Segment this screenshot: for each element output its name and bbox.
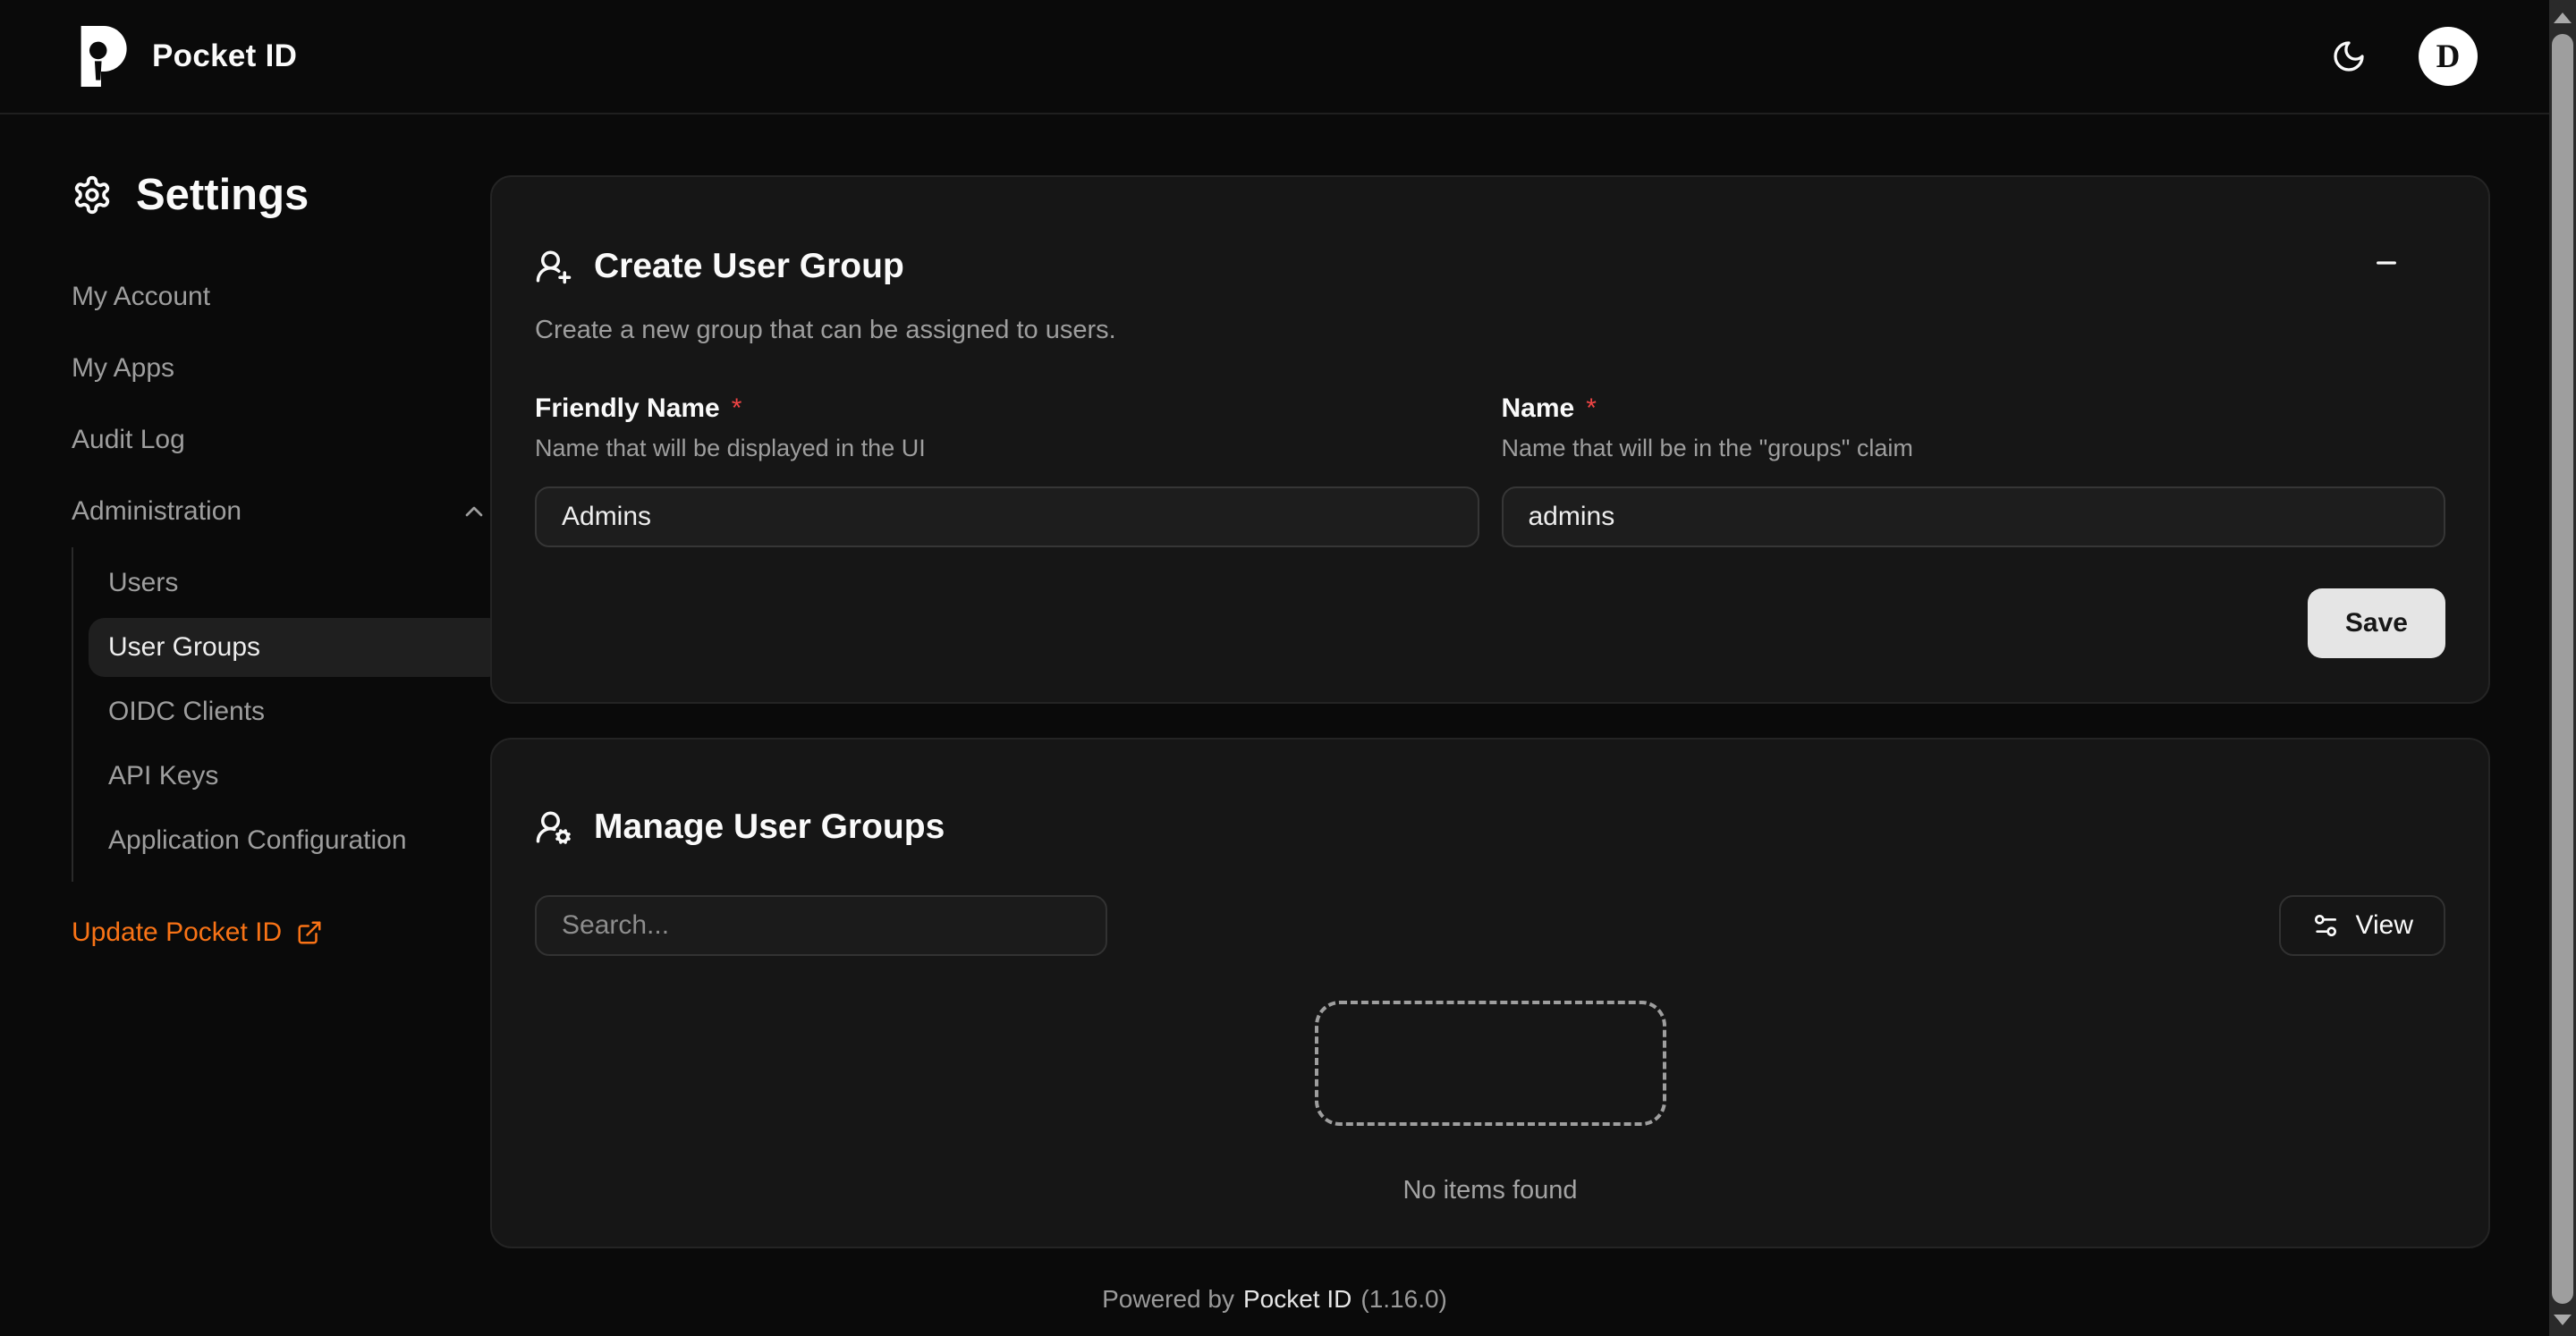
update-pocket-id-link[interactable]: Update Pocket ID [72,917,504,948]
footer-version: (1.16.0) [1360,1285,1447,1314]
friendly-name-field-group: Friendly Name * Name that will be displa… [535,393,1479,547]
name-input[interactable] [1502,486,2446,547]
create-user-group-card: Create User Group Create a new group tha… [490,175,2490,704]
sidebar-nav: My Account My Apps Audit Log Administrat… [72,261,504,948]
footer-prefix: Powered by [1102,1285,1234,1314]
sidebar-item-label: User Groups [108,632,260,663]
page-title-text: Settings [136,170,309,220]
sidebar-item-my-apps[interactable]: My Apps [72,333,504,404]
sidebar-item-label: My Apps [72,353,174,384]
view-button-label: View [2356,910,2413,941]
main-content: Create User Group Create a new group tha… [490,114,2576,1248]
view-button[interactable]: View [2279,895,2445,956]
sidebar-item-label: Administration [72,496,242,527]
sidebar-item-api-keys[interactable]: API Keys [73,744,504,808]
create-card-title: Create User Group [535,247,2445,286]
scrollbar-up-arrow[interactable] [2554,13,2572,23]
required-asterisk: * [732,393,742,424]
friendly-name-help: Name that will be displayed in the UI [535,435,1479,462]
create-card-subtitle: Create a new group that can be assigned … [535,316,2445,345]
required-asterisk: * [1586,393,1597,424]
brand[interactable]: Pocket ID [77,26,297,87]
theme-toggle-button[interactable] [2331,38,2367,74]
friendly-name-input[interactable] [535,486,1479,547]
minus-icon [2372,249,2401,277]
sidebar-item-label: API Keys [108,761,218,791]
empty-state-text: No items found [1402,1176,1577,1205]
external-link-icon [296,919,323,946]
avatar[interactable]: D [2419,27,2478,86]
administration-subnav: Users User Groups OIDC Clients API Keys … [72,547,504,882]
chevron-up-icon [460,497,488,526]
empty-state: No items found [535,1001,2445,1205]
friendly-name-label: Friendly Name * [535,393,1479,424]
name-label: Name * [1502,393,2446,424]
user-plus-icon [535,248,572,285]
sidebar-item-label: Users [108,568,178,598]
name-help: Name that will be in the "groups" claim [1502,435,2446,462]
gear-icon [72,174,113,216]
sidebar-item-label: My Account [72,282,210,312]
pocket-id-logo-icon [77,26,127,87]
sidebar-item-audit-log[interactable]: Audit Log [72,404,504,476]
footer-brand-link[interactable]: Pocket ID [1243,1285,1352,1314]
user-cog-icon [535,808,572,846]
avatar-initial: D [2436,38,2461,76]
app-title: Pocket ID [152,38,297,74]
footer: Powered by Pocket ID (1.16.0) [0,1263,2549,1336]
create-card-title-text: Create User Group [594,247,904,286]
manage-card-title: Manage User Groups [535,808,2445,847]
scrollbar-thumb[interactable] [2552,34,2573,1304]
page-title: Settings [72,170,490,220]
sidebar-item-application-configuration[interactable]: Application Configuration [73,808,504,873]
sliders-icon [2311,911,2340,940]
sidebar-item-oidc-clients[interactable]: OIDC Clients [73,680,504,744]
manage-user-groups-card: Manage User Groups View No items found [490,738,2490,1248]
sidebar-item-administration[interactable]: Administration [72,476,504,547]
moon-icon [2331,38,2367,74]
scrollbar-down-arrow[interactable] [2554,1315,2572,1325]
manage-card-title-text: Manage User Groups [594,808,945,847]
update-link-label: Update Pocket ID [72,917,282,948]
sidebar-item-label: Application Configuration [108,825,407,856]
topbar: Pocket ID D [0,0,2576,114]
vertical-scrollbar[interactable] [2549,0,2576,1336]
collapse-card-button[interactable] [2367,243,2406,283]
sidebar-item-label: OIDC Clients [108,697,265,727]
sidebar-item-my-account[interactable]: My Account [72,261,504,333]
settings-sidebar: Settings My Account My Apps Audit Log Ad… [0,114,490,1248]
search-input[interactable] [535,895,1107,956]
empty-state-placeholder-box [1315,1001,1666,1126]
sidebar-item-user-groups[interactable]: User Groups [89,618,504,677]
save-button[interactable]: Save [2308,588,2445,658]
name-field-group: Name * Name that will be in the "groups"… [1502,393,2446,547]
sidebar-item-users[interactable]: Users [73,551,504,615]
sidebar-item-label: Audit Log [72,425,185,455]
